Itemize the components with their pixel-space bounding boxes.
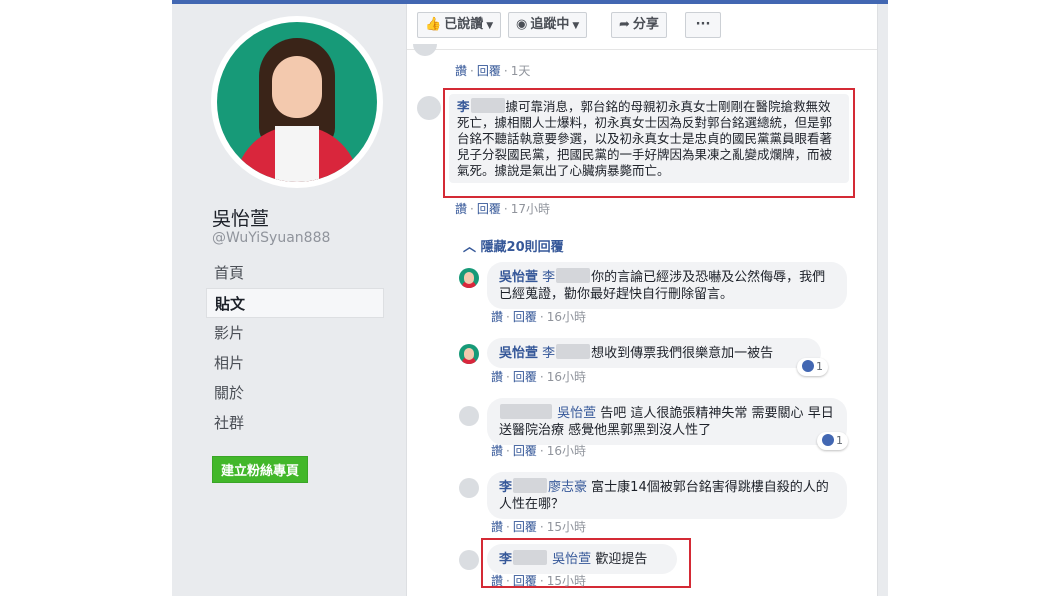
share-label: 分享 (632, 17, 659, 32)
chevron-down-icon: ▼ (486, 21, 494, 31)
chevron-down-icon: ▼ (572, 21, 580, 31)
reply-link[interactable]: 回覆 (513, 370, 537, 384)
reply-bubble: 吳怡萱 李 想收到傳票我們很樂意加一被告 (487, 338, 821, 368)
following-label: 追蹤中 (530, 17, 570, 32)
avatar[interactable] (459, 344, 479, 364)
timestamp[interactable]: 16小時 (547, 370, 586, 384)
timestamp[interactable]: 17小時 (511, 202, 550, 216)
post-card: 👍 已說讚 ▼ ◉ 追蹤中 ▼ ➦ 分享 ··· 讚 · 回覆 · 1天 李據可靠消息，郭台銘的母… (406, 4, 878, 596)
reply-link[interactable]: 回覆 (513, 520, 537, 534)
reaction-number: 1 (816, 360, 823, 373)
more-options-button[interactable]: ··· (685, 12, 721, 38)
avatar[interactable] (459, 478, 479, 498)
comment-meta: 讚 · 回覆 · 15小時 (491, 520, 586, 534)
like-link[interactable]: 讚 (491, 370, 503, 384)
like-reaction-icon (822, 434, 834, 446)
reply-bubble: 吳怡萱 告吧 這人很詭張精神失常 需要關心 早日送醫院治療 感覺他黑郭黑到沒人性… (487, 398, 847, 445)
chevron-up-icon: ︿ (463, 240, 477, 255)
nav-item-about[interactable]: 關於 (206, 378, 384, 408)
avatar[interactable] (413, 44, 437, 56)
reply-link[interactable]: 回覆 (513, 444, 537, 458)
timestamp[interactable]: 16小時 (547, 310, 586, 324)
reaction-count[interactable]: 1 (797, 358, 828, 376)
page-title[interactable]: 吳怡萱 (212, 204, 269, 231)
avatar[interactable] (459, 406, 479, 426)
page-nav: 首頁 貼文 影片 相片 關於 社群 (206, 258, 384, 438)
redacted-name (556, 268, 591, 283)
reply-bubble: 李廖志豪 富士康14個被郭台銘害得跳樓自殺的人的人性在哪？ (487, 472, 847, 519)
rss-icon: ◉ (516, 17, 528, 32)
timestamp[interactable]: 16小時 (547, 444, 586, 458)
redacted-name (513, 478, 548, 493)
avatar[interactable] (417, 96, 441, 120)
share-arrow-icon: ➦ (619, 17, 630, 32)
timestamp[interactable]: 15小時 (547, 520, 586, 534)
comment-meta: 讚 · 回覆 · 16小時 (491, 370, 586, 384)
reaction-number: 1 (836, 434, 843, 447)
nav-item-home[interactable]: 首頁 (206, 258, 384, 288)
mention-link[interactable]: 李 (542, 270, 555, 285)
redacted-name (500, 404, 552, 419)
thumbs-up-icon: 👍 (425, 17, 442, 32)
reply-bubble: 吳怡萱 李你的言論已經涉及恐嚇及公然侮辱，我們已經蒐證，勸你最好趕快自行刪除留言… (487, 262, 847, 309)
liked-button[interactable]: 👍 已說讚 ▼ (417, 12, 502, 38)
reaction-count[interactable]: 1 (817, 432, 848, 450)
hide-replies-label: 隱藏20則回覆 (480, 240, 564, 255)
reply-link[interactable]: 回覆 (513, 310, 537, 324)
nav-item-videos[interactable]: 影片 (206, 318, 384, 348)
reply-author[interactable]: 吳怡萱 (499, 270, 538, 285)
profile-picture[interactable] (211, 16, 383, 188)
redacted-name (556, 344, 591, 359)
following-button[interactable]: ◉ 追蹤中 ▼ (508, 12, 588, 38)
mention-link[interactable]: 吳怡萱 (557, 406, 596, 421)
page-action-bar: 👍 已說讚 ▼ ◉ 追蹤中 ▼ ➦ 分享 ··· (407, 4, 877, 50)
reply-author[interactable]: 李 (499, 480, 512, 495)
liked-label: 已說讚 (444, 17, 484, 32)
like-link[interactable]: 讚 (491, 444, 503, 458)
like-reaction-icon (802, 360, 814, 372)
comment-meta: 讚 · 回覆 · 15小時 (491, 574, 586, 588)
reply-link[interactable]: 回覆 (477, 202, 501, 216)
page-sidebar: 吳怡萱 @WuYiSyuan888 首頁 貼文 影片 相片 關於 社群 建立粉絲… (172, 4, 396, 596)
avatar[interactable] (459, 268, 479, 288)
hide-replies-link[interactable]: ︿ 隱藏20則回覆 (463, 236, 564, 255)
comment-meta: 讚 · 回覆 · 16小時 (491, 310, 586, 324)
reply-text: 想收到傳票我們很樂意加一被告 (591, 346, 774, 361)
page-handle[interactable]: @WuYiSyuan888 (212, 230, 330, 246)
like-link[interactable]: 讚 (455, 64, 467, 78)
nav-item-photos[interactable]: 相片 (206, 348, 384, 378)
comment-meta: 讚 · 回覆 · 1天 (455, 64, 531, 78)
timestamp[interactable]: 1天 (511, 64, 531, 78)
reply-link[interactable]: 回覆 (477, 64, 501, 78)
like-link[interactable]: 讚 (491, 574, 503, 588)
share-button[interactable]: ➦ 分享 (611, 12, 667, 38)
mention-link[interactable]: 廖志豪 (548, 480, 587, 495)
like-link[interactable]: 讚 (491, 310, 503, 324)
create-page-button[interactable]: 建立粉絲專頁 (212, 456, 309, 483)
highlight-box (443, 88, 855, 198)
mention-link[interactable]: 李 (542, 346, 555, 361)
main-column: 👍 已說讚 ▼ ◉ 追蹤中 ▼ ➦ 分享 ··· 讚 · 回覆 · 1天 李據可靠消息，郭台銘的母… (396, 4, 888, 596)
timestamp[interactable]: 15小時 (547, 574, 586, 588)
nav-item-posts[interactable]: 貼文 (206, 288, 384, 318)
like-link[interactable]: 讚 (455, 202, 467, 216)
like-link[interactable]: 讚 (491, 520, 503, 534)
reply-author[interactable]: 吳怡萱 (499, 346, 538, 361)
comment-meta: 讚 · 回覆 · 17小時 (455, 202, 550, 216)
avatar[interactable] (459, 550, 479, 570)
profile-photo (217, 22, 377, 182)
comment-meta: 讚 · 回覆 · 16小時 (491, 444, 586, 458)
nav-item-community[interactable]: 社群 (206, 408, 384, 438)
reply-link[interactable]: 回覆 (513, 574, 537, 588)
